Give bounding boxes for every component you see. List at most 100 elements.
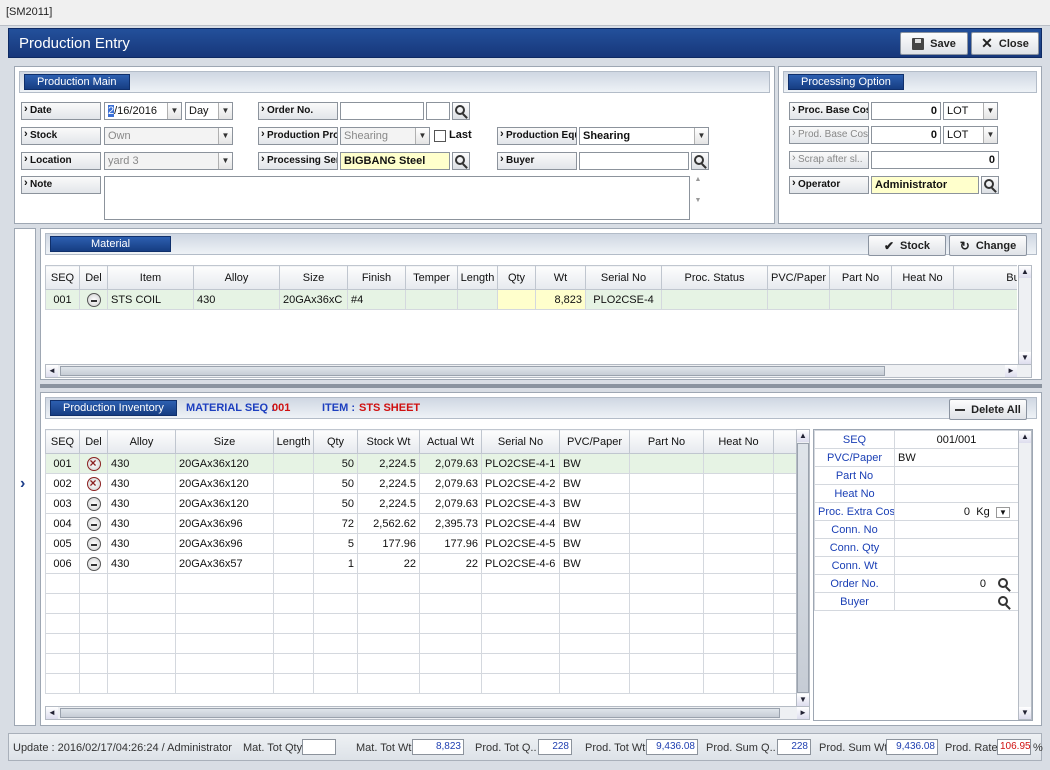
table-row[interactable] bbox=[45, 673, 796, 694]
stock-select[interactable]: Own ▼ bbox=[104, 127, 233, 145]
inventory-vscroll[interactable]: ▲ ▼ bbox=[796, 429, 810, 707]
scrap-field[interactable]: 0 bbox=[871, 151, 999, 169]
search-icon[interactable] bbox=[998, 577, 1008, 588]
buyer-search-button[interactable] bbox=[691, 152, 709, 170]
expand-arrow-icon[interactable]: › bbox=[20, 475, 25, 493]
delete-icon[interactable] bbox=[86, 516, 101, 531]
dropdown-icon[interactable]: ▼ bbox=[218, 128, 232, 144]
table-row[interactable]: 00143020GAx36x120502,224.52,079.63PLO2CS… bbox=[45, 453, 796, 474]
table-row[interactable]: 00243020GAx36x120502,224.52,079.63PLO2CS… bbox=[45, 473, 796, 494]
material-hscroll[interactable]: ◄ ► bbox=[45, 364, 1032, 378]
scroll-left-icon[interactable]: ◄ bbox=[46, 365, 58, 377]
col-header[interactable]: Length bbox=[457, 265, 498, 290]
change-button[interactable]: ↻ Change bbox=[949, 235, 1027, 256]
col-header[interactable]: Part No bbox=[629, 429, 704, 454]
col-header[interactable]: Stock Wt bbox=[357, 429, 420, 454]
production-equ-select[interactable]: Shearing ▼ bbox=[579, 127, 709, 145]
order-no-sub-field[interactable] bbox=[426, 102, 450, 120]
note-textarea[interactable] bbox=[104, 176, 690, 220]
order-search-button[interactable] bbox=[452, 102, 470, 120]
delete-icon[interactable] bbox=[86, 476, 101, 491]
order-no-field[interactable] bbox=[340, 102, 424, 120]
table-row[interactable] bbox=[45, 573, 796, 594]
close-button[interactable]: ✕ Close bbox=[971, 32, 1039, 55]
col-header[interactable]: Finish bbox=[347, 265, 406, 290]
col-header[interactable]: PVC/Paper bbox=[559, 429, 630, 454]
table-row[interactable]: 001 STS COIL 430 20GAx36xC #4 8,823 PLO2… bbox=[45, 289, 1017, 310]
col-header[interactable]: Serial No bbox=[585, 265, 662, 290]
material-vscroll[interactable]: ▲ ▼ bbox=[1018, 265, 1032, 365]
table-row[interactable]: 004 430 20GAx36x96 72 2,562.62 2,395.73 PLO2CS… bbox=[45, 513, 796, 534]
proc-base-cost-unit[interactable]: LOT ▼ bbox=[943, 102, 998, 120]
delete-icon[interactable] bbox=[86, 456, 101, 471]
dropdown-icon[interactable]: ▼ bbox=[694, 128, 708, 144]
col-header[interactable]: Temper bbox=[405, 265, 458, 290]
processing-search-button[interactable] bbox=[452, 152, 470, 170]
dropdown-icon[interactable]: ▼ bbox=[218, 153, 232, 169]
delete-icon[interactable] bbox=[86, 556, 101, 571]
scroll-down-icon[interactable]: ▼ bbox=[1019, 707, 1031, 719]
scroll-left-icon[interactable]: ◄ bbox=[46, 707, 58, 719]
col-header[interactable]: SEQ bbox=[45, 265, 80, 290]
table-row[interactable]: 003 430 20GAx36x120 50 2,224.5 2,079.63 PLO2CS… bbox=[45, 493, 796, 514]
col-header[interactable]: Item bbox=[107, 265, 194, 290]
table-row[interactable] bbox=[45, 653, 796, 674]
day-select[interactable]: Day ▼ bbox=[185, 102, 233, 120]
col-header[interactable]: Del bbox=[79, 265, 108, 290]
splitter[interactable] bbox=[40, 384, 1042, 388]
buyer-field[interactable] bbox=[579, 152, 689, 170]
scroll-right-icon[interactable]: ► bbox=[1005, 365, 1017, 377]
prod-base-cost-unit[interactable]: LOT ▼ bbox=[943, 126, 998, 144]
inventory-hscroll[interactable]: ◄ ► bbox=[45, 706, 810, 720]
col-header[interactable]: Buyer bbox=[953, 265, 1017, 290]
operator-search-button[interactable] bbox=[981, 176, 999, 194]
table-row[interactable] bbox=[45, 633, 796, 654]
col-header[interactable]: Del bbox=[79, 429, 108, 454]
delete-icon[interactable] bbox=[86, 292, 101, 307]
last-checkbox[interactable] bbox=[434, 130, 446, 142]
col-header[interactable]: Qty bbox=[313, 429, 358, 454]
save-button[interactable]: Save bbox=[900, 32, 968, 55]
col-header[interactable]: Heat No bbox=[891, 265, 954, 290]
col-header[interactable]: Qty bbox=[497, 265, 536, 290]
col-header[interactable]: Part No bbox=[829, 265, 892, 290]
note-scrollbar[interactable]: ▲ ▼ bbox=[692, 176, 704, 220]
delete-icon[interactable] bbox=[86, 496, 101, 511]
col-header[interactable]: Alloy bbox=[107, 429, 176, 454]
scroll-right-icon[interactable]: ► bbox=[797, 707, 809, 719]
table-row[interactable] bbox=[45, 593, 796, 614]
operator-field[interactable]: Administrator bbox=[871, 176, 979, 194]
table-row[interactable]: 006 430 20GAx36x57 1 22 22 PLO2CSE-4-6 BW bbox=[45, 553, 796, 574]
date-field[interactable]: 2/16/2016 ▼ bbox=[104, 102, 182, 120]
scroll-up-icon[interactable]: ▲ bbox=[1019, 266, 1031, 278]
scroll-down-icon[interactable]: ▼ bbox=[797, 694, 809, 706]
col-header[interactable]: PVC/Paper bbox=[767, 265, 830, 290]
processing-ser-field[interactable]: BIGBANG Steel bbox=[340, 152, 450, 170]
table-row[interactable]: 005 430 20GAx36x96 5 177.96 177.96 PLO2CSE-4-5… bbox=[45, 533, 796, 554]
proc-base-cost-field[interactable]: 0 bbox=[871, 102, 941, 120]
delete-all-button[interactable]: Delete All bbox=[949, 399, 1027, 420]
col-header[interactable]: Actual Wt bbox=[419, 429, 482, 454]
col-header[interactable]: Length bbox=[273, 429, 314, 454]
search-icon[interactable] bbox=[998, 595, 1008, 606]
dropdown-icon[interactable]: ▼ bbox=[415, 128, 429, 144]
dropdown-icon[interactable]: ▼ bbox=[983, 103, 997, 119]
col-header[interactable]: Wt bbox=[535, 265, 586, 290]
col-header[interactable]: Alloy bbox=[193, 265, 280, 290]
col-header[interactable]: Proc. Status bbox=[661, 265, 768, 290]
dropdown-icon[interactable]: ▼ bbox=[996, 506, 1010, 518]
table-row[interactable] bbox=[45, 613, 796, 634]
col-header[interactable]: Size bbox=[175, 429, 274, 454]
col-header[interactable]: SEQ bbox=[45, 429, 80, 454]
location-select[interactable]: yard 3 ▼ bbox=[104, 152, 233, 170]
scroll-down-icon[interactable]: ▼ bbox=[1019, 352, 1031, 364]
dropdown-icon[interactable]: ▼ bbox=[218, 103, 232, 119]
scroll-up-icon[interactable]: ▲ bbox=[1019, 431, 1031, 443]
col-header[interactable]: Serial No bbox=[481, 429, 560, 454]
prod-base-cost-field[interactable]: 0 bbox=[871, 126, 941, 144]
col-header[interactable]: Heat No bbox=[703, 429, 774, 454]
detail-vscroll[interactable]: ▲ ▼ bbox=[1018, 430, 1032, 720]
col-header[interactable]: Size bbox=[279, 265, 348, 290]
production-pro-select[interactable]: Shearing ▼ bbox=[340, 127, 430, 145]
dropdown-icon[interactable]: ▼ bbox=[167, 103, 181, 119]
